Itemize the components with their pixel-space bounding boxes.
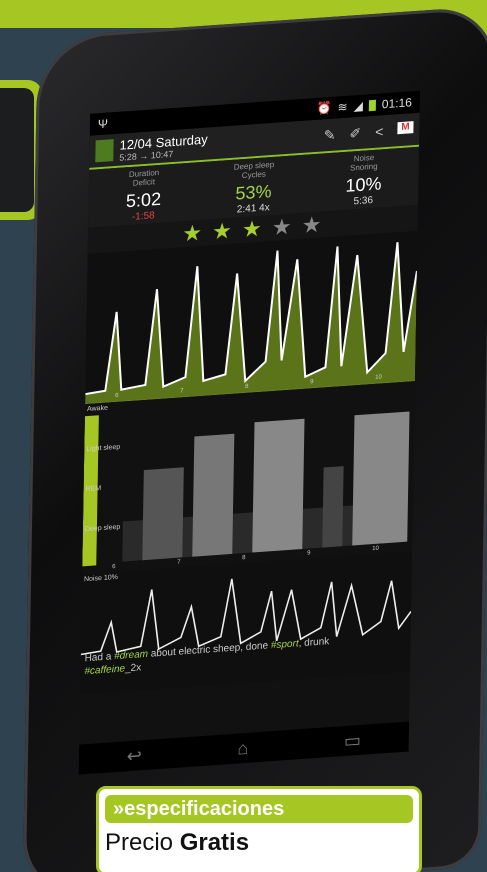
noise-graph[interactable]: Noise 10% Had a #dream about electric sh… <box>80 550 413 695</box>
star-icon[interactable]: ★ <box>182 219 204 246</box>
stat-deep-sleep: Deep sleep Cycles 53% 2:41 4x <box>233 159 275 216</box>
tick-label: 9 <box>307 549 311 557</box>
sleep-cycles-chart[interactable]: Awake Light sleep REM Deep sleep 6 7 8 9… <box>82 380 416 574</box>
battery-icon <box>368 99 376 111</box>
sleep-graph[interactable]: 6 7 8 9 10 <box>85 230 418 404</box>
star-icon[interactable]: ★ <box>212 217 234 244</box>
awake-label: Awake <box>86 404 108 413</box>
back-icon[interactable]: ↩ <box>127 745 142 767</box>
tick-label: 6 <box>112 563 116 570</box>
price-line: Precio Gratis <box>105 829 250 856</box>
tick-label: 7 <box>177 559 181 566</box>
tick-label: 8 <box>242 554 246 561</box>
tag-icon[interactable]: ✐ <box>349 124 361 142</box>
rem-label: REM <box>85 484 102 493</box>
recents-icon[interactable]: ▭ <box>344 729 361 751</box>
signal-icon: ◢ <box>353 98 363 114</box>
wifi-icon: ≋ <box>337 99 348 115</box>
tick-label: 9 <box>310 378 314 386</box>
tick-label: 10 <box>372 545 379 552</box>
edit-icon[interactable]: ✎ <box>324 126 336 144</box>
phone-screen: Ψ ⏰ ≋ ◢ 01:16 12/04 Saturday 5:28 → 10:4… <box>78 90 421 775</box>
star-icon[interactable]: ★ <box>302 211 324 238</box>
phone-frame: Ψ ⏰ ≋ ◢ 01:16 12/04 Saturday 5:28 → 10:4… <box>22 5 487 872</box>
home-icon[interactable]: ⌂ <box>237 737 248 759</box>
tick-label: 10 <box>375 373 382 381</box>
clock: 01:16 <box>381 95 413 112</box>
spec-heading: »especificaciones <box>105 795 413 823</box>
share-icon[interactable]: < <box>375 123 383 141</box>
tick-label: 7 <box>180 387 184 395</box>
half-star-icon[interactable]: ★ <box>242 215 264 242</box>
alarm-icon: ⏰ <box>316 100 332 116</box>
star-icon[interactable]: ★ <box>272 213 294 240</box>
tick-label: 6 <box>115 392 119 399</box>
stat-duration: Duration Deficit 5:02 -1:58 <box>125 167 162 223</box>
app-icon[interactable] <box>95 139 114 163</box>
tick-label: 8 <box>245 383 249 390</box>
spec-card: »especificaciones Precio Gratis <box>96 786 422 872</box>
usb-icon: Ψ <box>97 116 109 132</box>
nav-bar: ↩ ⌂ ▭ <box>78 721 410 775</box>
stat-noise: Noise Snoring 10% 5:36 <box>345 152 382 207</box>
gmail-icon[interactable]: M <box>397 120 414 134</box>
